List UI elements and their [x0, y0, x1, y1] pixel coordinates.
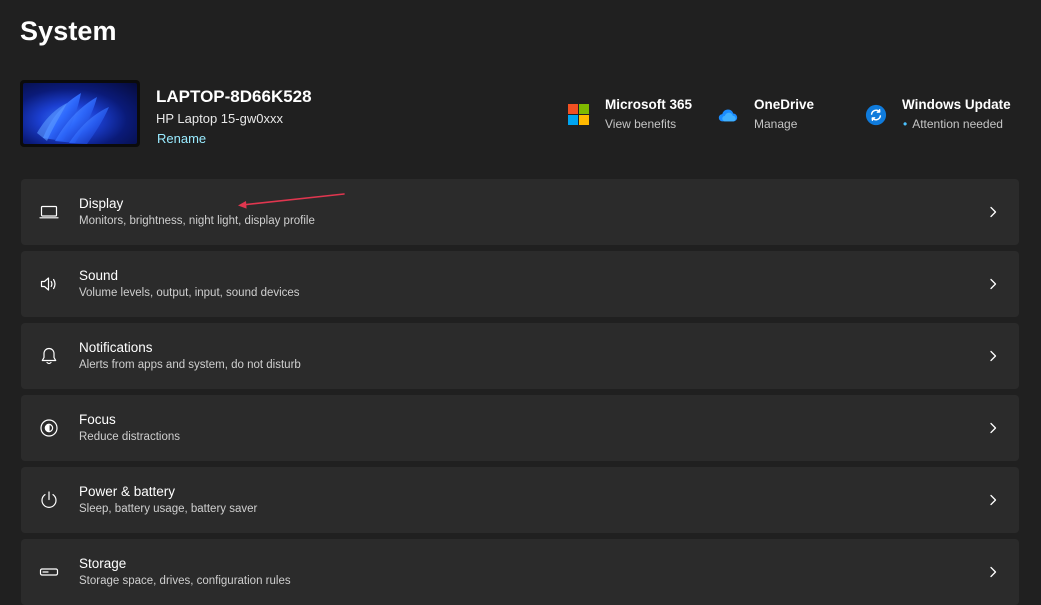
chevron-right-icon	[990, 566, 997, 578]
onedrive-subtitle: Manage	[754, 117, 798, 131]
attention-dot-icon: •	[903, 117, 908, 131]
settings-item-focus[interactable]: Focus Reduce distractions	[21, 395, 1019, 461]
storage-drive-icon	[39, 562, 59, 582]
settings-item-description: Sleep, battery usage, battery saver	[79, 503, 258, 515]
settings-item-title: Storage	[79, 556, 127, 571]
windows-update-icon	[865, 104, 887, 126]
settings-item-power-battery[interactable]: Power & battery Sleep, battery usage, ba…	[21, 467, 1019, 533]
chevron-right-icon	[990, 494, 997, 506]
device-name: LAPTOP-8D66K528	[156, 87, 312, 106]
settings-item-description: Reduce distractions	[79, 431, 180, 443]
onedrive-cloud-icon	[717, 104, 739, 126]
settings-item-sound[interactable]: Sound Volume levels, output, input, soun…	[21, 251, 1019, 317]
settings-item-description: Storage space, drives, configuration rul…	[79, 575, 291, 587]
device-wallpaper-thumbnail	[20, 80, 140, 147]
power-icon	[39, 490, 59, 510]
windows-update-link[interactable]: Windows Update • Attention needed	[865, 96, 1011, 132]
windows-update-title: Windows Update	[902, 97, 1011, 112]
chevron-right-icon	[990, 422, 997, 434]
settings-item-display[interactable]: Display Monitors, brightness, night ligh…	[21, 179, 1019, 245]
onedrive-link[interactable]: OneDrive Manage	[717, 96, 814, 132]
microsoft-365-link[interactable]: Microsoft 365 View benefits	[568, 96, 692, 132]
settings-item-description: Monitors, brightness, night light, displ…	[79, 215, 315, 227]
bell-icon	[39, 346, 59, 366]
settings-item-title: Display	[79, 196, 124, 211]
windows-bloom-wallpaper-icon	[37, 93, 109, 144]
monitor-icon	[39, 202, 59, 222]
microsoft-365-subtitle: View benefits	[605, 117, 677, 131]
settings-item-title: Focus	[79, 412, 116, 427]
microsoft-365-icon	[568, 104, 590, 126]
rename-link[interactable]: Rename	[157, 131, 206, 146]
system-settings-page: System LAPTOP-8D66K528 HP Laptop 15-gw0x…	[0, 0, 1041, 605]
settings-item-title: Power & battery	[79, 484, 176, 499]
settings-item-title: Notifications	[79, 340, 153, 355]
page-title: System	[20, 16, 117, 46]
speaker-icon	[39, 274, 59, 294]
windows-update-subtitle: • Attention needed	[902, 117, 1011, 132]
settings-item-description: Alerts from apps and system, do not dist…	[79, 359, 301, 371]
onedrive-title: OneDrive	[754, 97, 815, 112]
settings-item-storage[interactable]: Storage Storage space, drives, configura…	[21, 539, 1019, 605]
focus-icon	[39, 418, 59, 438]
chevron-right-icon	[990, 278, 997, 290]
windows-update-status: Attention needed	[912, 117, 1003, 131]
microsoft-365-title: Microsoft 365	[605, 97, 693, 112]
chevron-right-icon	[990, 350, 997, 362]
chevron-right-icon	[990, 206, 997, 218]
settings-item-title: Sound	[79, 268, 119, 283]
settings-item-description: Volume levels, output, input, sound devi…	[79, 287, 300, 299]
device-model: HP Laptop 15-gw0xxx	[156, 111, 283, 126]
settings-item-notifications[interactable]: Notifications Alerts from apps and syste…	[21, 323, 1019, 389]
settings-list: Display Monitors, brightness, night ligh…	[21, 179, 1019, 605]
